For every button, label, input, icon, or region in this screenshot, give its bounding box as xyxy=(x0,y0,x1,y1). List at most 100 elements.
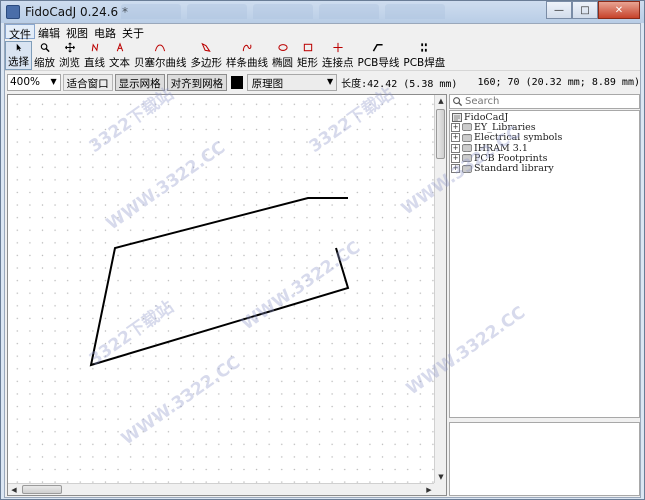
polygon-icon xyxy=(201,42,212,52)
minimize-button[interactable]: — xyxy=(546,1,572,19)
scrollbar-corner xyxy=(434,483,446,495)
browser-tab xyxy=(187,4,247,19)
vertical-scroll-thumb[interactable] xyxy=(436,109,445,159)
pcb-track-icon xyxy=(373,44,384,52)
scroll-up-icon[interactable]: ▲ xyxy=(435,95,447,107)
rectangle-icon xyxy=(303,43,312,52)
scroll-down-icon[interactable]: ▼ xyxy=(435,471,447,483)
expand-icon[interactable]: + xyxy=(451,143,460,153)
scroll-left-icon[interactable]: ◀ xyxy=(8,484,20,496)
pointer-arrow-icon xyxy=(16,43,21,52)
zoom-select[interactable]: 400% ▼ xyxy=(7,74,61,91)
chevron-down-icon: ▼ xyxy=(326,77,334,86)
tool-label: 多边形 xyxy=(190,57,223,69)
database-icon xyxy=(462,164,472,173)
tool-spline-button[interactable]: 样条曲线 xyxy=(224,41,270,70)
tool-label: 直线 xyxy=(84,57,105,69)
tool-text-button[interactable]: 文本 xyxy=(107,41,132,70)
ellipse-icon xyxy=(277,44,288,51)
tool-label: 矩形 xyxy=(297,57,318,69)
tool-label: 椭圆 xyxy=(272,57,293,69)
tool-select-button[interactable]: 选择 xyxy=(5,41,32,70)
vertical-scrollbar[interactable]: ▲ ▼ xyxy=(434,95,446,483)
menu-about[interactable]: 关于 xyxy=(119,24,147,40)
tool-label: 连接点 xyxy=(322,57,354,69)
tree-item[interactable]: + Electrical symbols xyxy=(450,132,639,143)
browser-tab xyxy=(253,4,313,19)
tool-label: 浏览 xyxy=(59,57,80,69)
tree-item[interactable]: + IHRAM 3.1 xyxy=(450,143,639,154)
length-readout: 长度:42.42 (5.38 mm) xyxy=(341,79,458,90)
tool-ellipse-button[interactable]: 椭圆 xyxy=(270,41,295,70)
close-button[interactable]: ✕ xyxy=(598,1,640,19)
tool-bezier-button[interactable]: 贝塞尔曲线 xyxy=(132,41,189,70)
tool-pan-button[interactable]: 浏览 xyxy=(57,41,82,70)
tool-label: PCB焊盘 xyxy=(403,57,446,69)
tool-line-button[interactable]: 直线 xyxy=(82,41,107,70)
library-root-icon xyxy=(452,112,462,122)
tool-bar: 选择 缩放 浏览 直线 文本 贝塞尔曲线 多边形 样条曲线 椭圆 矩形 连接点 … xyxy=(5,41,640,71)
menu-circuit[interactable]: 电路 xyxy=(91,24,119,40)
app-window: FidoCadJ 0.24.6 * — □ ✕ 文件 编辑 视图 电路 关于 选… xyxy=(0,0,645,500)
tree-item[interactable]: + EY_Libraries xyxy=(450,122,639,133)
tool-label: 缩放 xyxy=(34,57,55,69)
library-tree[interactable]: FidoCadJ + EY_Libraries + Electrical sym… xyxy=(449,110,640,418)
spline-icon xyxy=(242,44,252,52)
tree-root[interactable]: FidoCadJ xyxy=(450,112,639,123)
browser-tab xyxy=(319,4,379,19)
fit-window-button[interactable]: 适合窗口 xyxy=(62,74,113,91)
window-title: FidoCadJ 0.24.6 * xyxy=(25,5,129,19)
show-grid-toggle[interactable]: 显示网格 xyxy=(114,74,165,91)
menu-edit[interactable]: 编辑 xyxy=(35,24,63,40)
tree-item[interactable]: + Standard library xyxy=(450,163,639,175)
drawn-polyline[interactable] xyxy=(89,197,350,367)
tool-pcb-track-button[interactable]: PCB导线 xyxy=(356,41,402,70)
background-browser-tabs xyxy=(121,4,521,20)
library-search[interactable] xyxy=(449,94,640,109)
maximize-button[interactable]: □ xyxy=(572,1,598,19)
library-panel: FidoCadJ + EY_Libraries + Electrical sym… xyxy=(449,94,640,496)
tool-connection-button[interactable]: 连接点 xyxy=(320,41,356,70)
chevron-down-icon: ▼ xyxy=(50,77,57,86)
line-icon xyxy=(91,43,98,52)
layer-select[interactable]: 原理图 ▼ xyxy=(246,74,338,91)
pan-hand-icon xyxy=(64,42,75,53)
expand-icon[interactable]: + xyxy=(451,164,460,174)
menu-view[interactable]: 视图 xyxy=(63,24,91,40)
menu-bar: 文件 编辑 视图 电路 关于 xyxy=(5,24,640,41)
database-icon xyxy=(462,144,472,153)
symbol-preview xyxy=(449,422,640,496)
bezier-curve-icon xyxy=(155,44,166,52)
tool-zoom-button[interactable]: 缩放 xyxy=(32,41,57,70)
menu-file[interactable]: 文件 xyxy=(5,24,35,41)
tool-label: PCB导线 xyxy=(357,57,400,69)
search-icon xyxy=(453,97,463,107)
tree-item[interactable]: + PCB Footprints xyxy=(450,153,639,164)
tool-label: 样条曲线 xyxy=(226,57,268,69)
tool-pcb-pad-button[interactable]: PCB焊盘 xyxy=(401,41,447,70)
drawing-canvas[interactable] xyxy=(8,95,435,483)
horizontal-scrollbar[interactable]: ◀ ▶ xyxy=(8,483,435,495)
tool-polygon-button[interactable]: 多边形 xyxy=(189,41,225,70)
horizontal-scroll-thumb[interactable] xyxy=(22,485,62,494)
zoom-value: 400% xyxy=(10,76,41,88)
expand-icon[interactable]: + xyxy=(451,153,460,163)
text-icon xyxy=(116,42,123,52)
layer-color-swatch xyxy=(231,76,243,89)
browser-tab xyxy=(385,4,445,19)
pcb-pad-icon xyxy=(421,43,428,52)
drawing-svg xyxy=(89,197,350,367)
expand-icon[interactable]: + xyxy=(451,133,460,143)
drawing-area[interactable]: ▲ ▼ ◀ ▶ xyxy=(7,94,447,496)
snap-grid-toggle[interactable]: 对齐到网格 xyxy=(166,74,228,91)
tool-label: 贝塞尔曲线 xyxy=(134,57,187,69)
tree-item-label: Standard library xyxy=(474,163,554,175)
expand-icon[interactable]: + xyxy=(451,122,460,132)
database-icon xyxy=(462,123,472,132)
layer-value: 原理图 xyxy=(251,78,284,90)
tool-rectangle-button[interactable]: 矩形 xyxy=(295,41,320,70)
search-input[interactable] xyxy=(465,96,625,107)
tool-label: 选择 xyxy=(8,56,29,68)
window-controls: — □ ✕ xyxy=(546,1,640,19)
browser-tab xyxy=(121,4,181,19)
